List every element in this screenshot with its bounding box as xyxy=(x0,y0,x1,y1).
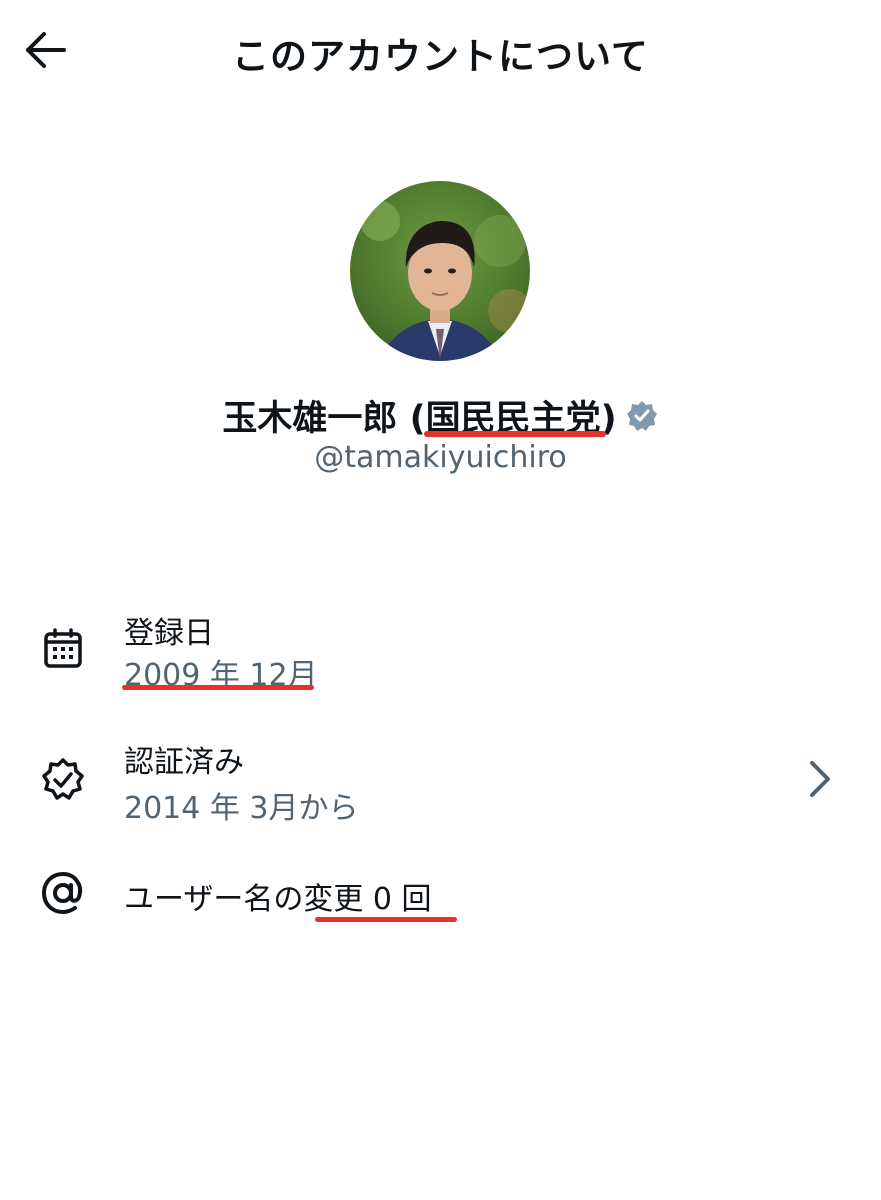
verified-label: 認証済み xyxy=(124,745,244,780)
at-icon xyxy=(38,868,88,918)
top-bar: このアカウントについて xyxy=(0,0,881,100)
joined-label: 登録日 xyxy=(124,616,214,651)
verified-check-icon xyxy=(38,755,88,805)
joined-underline xyxy=(122,685,314,690)
username-changes-underline xyxy=(315,917,457,922)
avatar[interactable] xyxy=(350,181,530,361)
user-handle: @tamakiyuichiro xyxy=(314,440,567,475)
chevron-right-icon xyxy=(805,759,835,799)
page-title: このアカウントについて xyxy=(232,35,649,78)
calendar-icon xyxy=(38,624,88,674)
verified-row[interactable]: 認証済み 2014 年 3月から xyxy=(0,735,881,835)
joined-row: 登録日 2009 年 12月 xyxy=(0,600,881,700)
party-name-underline xyxy=(424,431,606,437)
verified-value: 2014 年 3月から xyxy=(124,791,359,826)
username-changes-row: ユーザー名の変更 0 回 xyxy=(0,860,881,930)
username-changes-label: ユーザー名の変更 0 回 xyxy=(124,882,432,917)
verified-badge-icon xyxy=(625,399,659,433)
